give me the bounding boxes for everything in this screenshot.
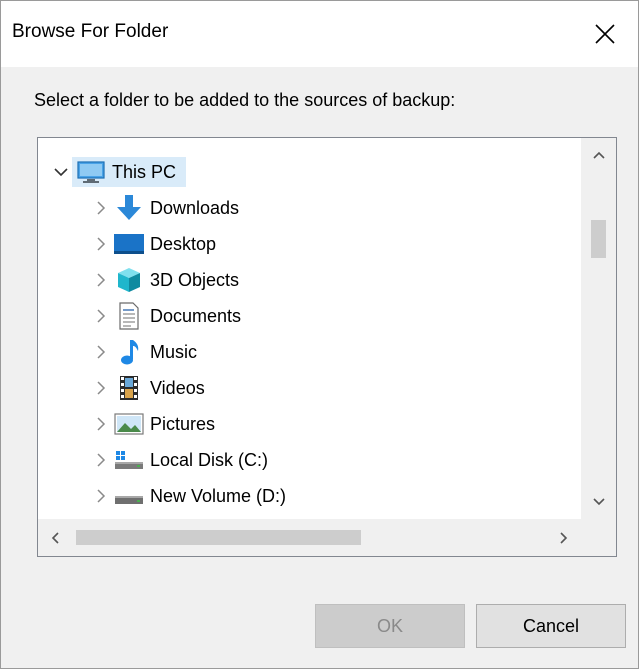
close-button[interactable] (572, 1, 638, 67)
tree-node-label: Local Disk (C:) (150, 449, 269, 470)
chevron-right-icon[interactable] (90, 409, 112, 439)
tree-node-label: This PC (112, 161, 177, 182)
horizontal-scrollbar[interactable] (38, 519, 581, 556)
scrollbar-corner (581, 519, 616, 556)
vertical-scrollbar[interactable] (581, 138, 616, 519)
chevron-right-icon[interactable] (90, 229, 112, 259)
drive-icon (112, 481, 146, 511)
downloads-icon (112, 193, 146, 223)
tree-node-label: Pictures (150, 413, 216, 434)
chevron-right-icon[interactable] (90, 445, 112, 475)
documents-icon (112, 301, 146, 331)
tree-node-label: New Volume (D:) (150, 485, 287, 506)
scroll-left-button[interactable] (38, 519, 72, 556)
tree-node-documents[interactable]: Documents (90, 301, 245, 331)
chevron-right-icon[interactable] (90, 481, 112, 511)
dialog-title: Browse For Folder (12, 21, 169, 42)
videos-icon (112, 373, 146, 403)
tree-node-label: Music (150, 341, 198, 362)
scroll-down-button[interactable] (581, 485, 616, 519)
tree-node-pictures[interactable]: Pictures (90, 409, 219, 439)
tree-node-this-pc[interactable]: This PC (50, 157, 187, 187)
tree-node-downloads[interactable]: Downloads (90, 193, 243, 223)
chevron-right-icon[interactable] (90, 265, 112, 295)
chevron-down-icon (592, 498, 605, 506)
cancel-button-label: Cancel (522, 615, 580, 636)
tree-rows: This PC Downloads Desktop 3D Objects Doc… (38, 138, 581, 519)
horizontal-scroll-thumb[interactable] (76, 530, 361, 545)
instruction-text: Select a folder to be added to the sourc… (34, 90, 456, 110)
music-icon (112, 337, 146, 367)
chevron-right-icon[interactable] (90, 337, 112, 367)
tree-node-desktop[interactable]: Desktop (90, 229, 220, 259)
vertical-scroll-thumb[interactable] (591, 220, 606, 258)
scroll-up-button[interactable] (581, 138, 616, 172)
cancel-button[interactable]: Cancel (476, 604, 626, 648)
chevron-left-icon (51, 531, 59, 544)
computer-icon (74, 157, 108, 187)
chevron-up-icon (592, 151, 605, 159)
pictures-icon (112, 409, 146, 439)
close-icon (595, 24, 615, 44)
desktop-icon (112, 229, 146, 259)
tree-node-local-disk-c[interactable]: Local Disk (C:) (90, 445, 272, 475)
tree-node-label: Desktop (150, 233, 217, 254)
ok-button-label: OK (376, 615, 403, 636)
chevron-down-icon[interactable] (50, 157, 72, 187)
scroll-right-button[interactable] (547, 519, 581, 556)
local-disk-icon (112, 445, 146, 475)
tree-node-this-pc-selection[interactable]: This PC (72, 157, 187, 187)
tree-node-label: Videos (150, 377, 205, 398)
title-bar: Browse For Folder (1, 1, 638, 67)
tree-node-videos[interactable]: Videos (90, 373, 209, 403)
3d-objects-icon (112, 265, 146, 295)
tree-node-label: Downloads (150, 197, 240, 218)
tree-node-new-volume-d[interactable]: New Volume (D:) (90, 481, 290, 511)
chevron-right-icon[interactable] (90, 373, 112, 403)
chevron-right-icon (560, 531, 568, 544)
browse-folder-dialog: Browse For Folder Select a folder to be … (0, 0, 639, 669)
tree-node-label: 3D Objects (150, 269, 240, 290)
folder-tree[interactable]: This PC Downloads Desktop 3D Objects Doc… (37, 137, 617, 557)
chevron-right-icon[interactable] (90, 193, 112, 223)
tree-node-3d-objects[interactable]: 3D Objects (90, 265, 243, 295)
chevron-right-icon[interactable] (90, 301, 112, 331)
tree-node-music[interactable]: Music (90, 337, 201, 367)
tree-node-label: Documents (150, 305, 242, 326)
ok-button[interactable]: OK (315, 604, 465, 648)
